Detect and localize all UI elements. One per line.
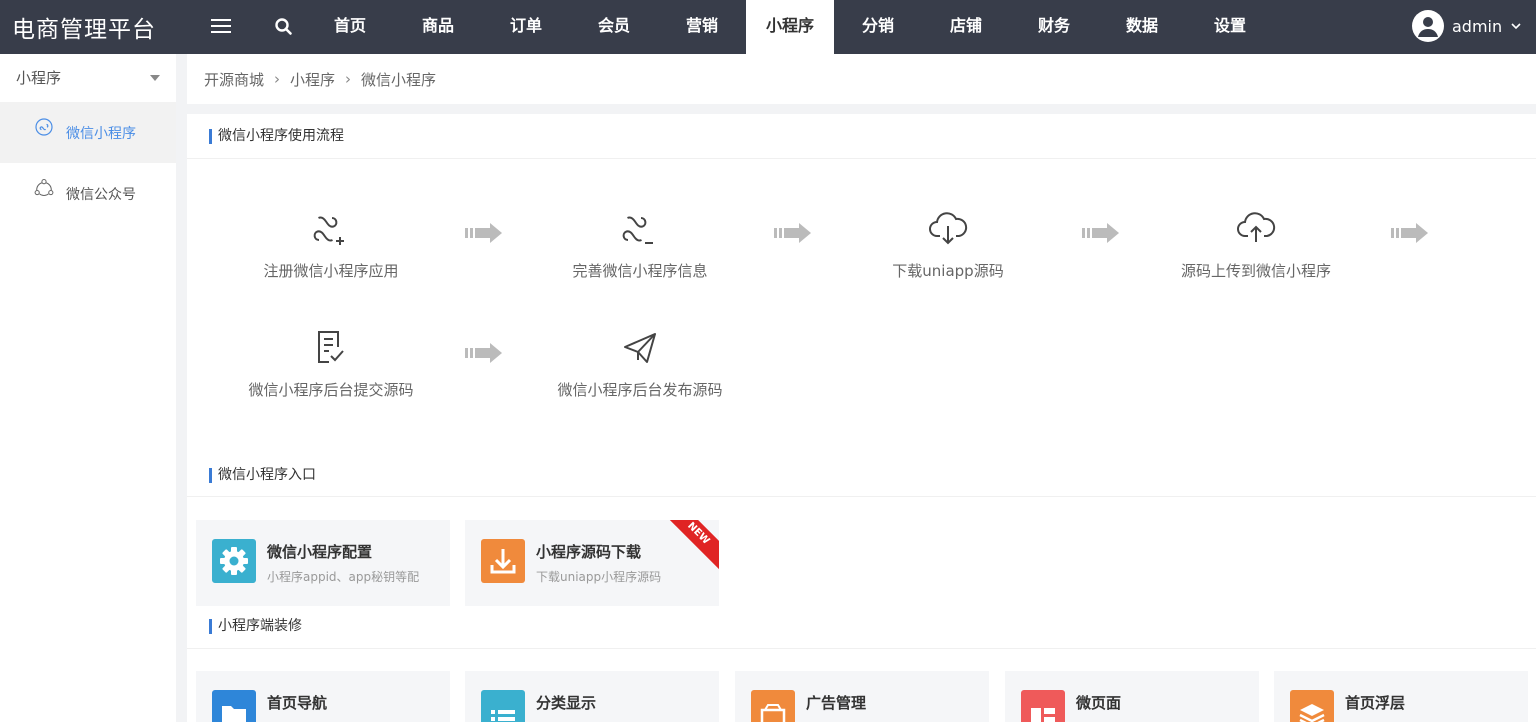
card-title: 微信小程序配置 — [267, 543, 373, 561]
card-title: 分类显示 — [536, 694, 597, 712]
card-title: 首页浮层 — [1345, 694, 1406, 712]
mini-program-add-icon — [313, 216, 344, 245]
section-title-decor: 小程序端装修 — [209, 619, 302, 634]
breadcrumb-separator: › — [345, 70, 352, 88]
breadcrumb-item[interactable]: 小程序 — [290, 69, 335, 90]
main-nav: 首页 商品 订单 会员 营销 小程序 分销 店铺 财务 数据 设置 — [306, 0, 1274, 54]
page-layout-icon — [1021, 690, 1065, 722]
layers-icon — [1290, 690, 1334, 722]
search-icon[interactable] — [272, 15, 296, 39]
gear-icon — [212, 539, 256, 583]
card-title: 首页导航 — [267, 694, 328, 712]
card-title: 小程序源码下载 — [536, 543, 642, 561]
nav-home[interactable]: 首页 — [306, 0, 394, 54]
step-label: 注册微信小程序应用 — [263, 262, 399, 280]
step-label: 完善微信小程序信息 — [572, 262, 708, 280]
breadcrumb: 开源商城 › 小程序 › 微信小程序 — [187, 54, 1536, 104]
card-ad-management[interactable]: 广告管理 — [735, 671, 989, 722]
chevron-down-icon — [1511, 23, 1521, 30]
folder-icon — [212, 690, 256, 722]
step-label: 微信小程序后台提交源码 — [248, 381, 414, 399]
sidebar-item-label: 微信公众号 — [66, 186, 136, 203]
flow-step: 完善微信小程序信息 — [520, 206, 760, 281]
nav-orders[interactable]: 订单 — [482, 0, 570, 54]
nav-marketing[interactable]: 营销 — [658, 0, 746, 54]
sidebar-header[interactable]: 小程序 — [0, 54, 176, 102]
flow-step: 微信小程序后台发布源码 — [520, 325, 760, 400]
card-home-nav[interactable]: 首页导航 — [196, 671, 450, 722]
nav-members[interactable]: 会员 — [570, 0, 658, 54]
divider — [187, 648, 1536, 649]
flow-step: 注册微信小程序应用 — [211, 206, 451, 281]
hamburger-menu-icon[interactable] — [208, 15, 234, 39]
card-desc: 下载uniapp小程序源码 — [536, 570, 662, 584]
content-panel: 微信小程序使用流程 注册微信小程序应用 完善微信小程序信息 下载uniapp源码… — [187, 114, 1536, 722]
flow-step: 下载uniapp源码 — [828, 206, 1068, 281]
official-account-icon — [34, 178, 54, 196]
card-source-download[interactable]: 小程序源码下载 下载uniapp小程序源码 NEW — [465, 520, 719, 606]
user-menu[interactable]: admin — [1412, 9, 1522, 43]
brand-title: 电商管理平台 — [12, 17, 156, 43]
ad-icon — [751, 690, 795, 722]
flow-arrow-icon — [1391, 223, 1428, 243]
divider — [187, 158, 1536, 159]
document-check-icon — [318, 331, 344, 363]
step-label: 下载uniapp源码 — [892, 262, 1004, 280]
card-home-float-layer[interactable]: 首页浮层 — [1274, 671, 1528, 722]
breadcrumb-item: 微信小程序 — [361, 70, 437, 89]
nav-distribution[interactable]: 分销 — [834, 0, 922, 54]
nav-mini-program[interactable]: 小程序 — [746, 0, 834, 54]
mini-program-edit-icon — [622, 216, 653, 244]
cloud-download-icon — [929, 212, 968, 245]
mini-program-icon — [35, 117, 53, 136]
breadcrumb-separator: › — [274, 70, 281, 88]
nav-data[interactable]: 数据 — [1098, 0, 1186, 54]
caret-down-icon — [150, 75, 160, 81]
flow-arrow-icon — [465, 223, 502, 243]
divider — [187, 496, 1536, 497]
sidebar-item-label: 微信小程序 — [66, 125, 136, 142]
card-desc: 小程序appid、app秘钥等配 — [267, 570, 420, 584]
card-micro-page[interactable]: 微页面 — [1005, 671, 1259, 722]
step-label: 源码上传到微信小程序 — [1180, 262, 1331, 280]
main-area: 开源商城 › 小程序 › 微信小程序 微信小程序使用流程 注册微信小程序应用 完… — [187, 54, 1536, 722]
section-title-flow: 微信小程序使用流程 — [209, 129, 344, 144]
cloud-upload-icon — [1237, 212, 1276, 242]
nav-products[interactable]: 商品 — [394, 0, 482, 54]
avatar-icon — [1412, 10, 1444, 42]
nav-finance[interactable]: 财务 — [1010, 0, 1098, 54]
nav-store[interactable]: 店铺 — [922, 0, 1010, 54]
sidebar: 小程序 微信小程序 微信公众号 — [0, 54, 176, 722]
sidebar-item-wechat-official-account[interactable]: 微信公众号 — [0, 163, 176, 224]
nav-settings[interactable]: 设置 — [1186, 0, 1274, 54]
flow-step: 源码上传到微信小程序 — [1136, 206, 1376, 281]
sidebar-title: 小程序 — [16, 69, 62, 87]
list-icon — [481, 690, 525, 722]
username: admin — [1452, 16, 1503, 36]
section-title-entry: 微信小程序入口 — [209, 468, 316, 483]
flow-step: 微信小程序后台提交源码 — [211, 325, 451, 400]
paper-plane-icon — [624, 333, 656, 363]
card-mini-program-config[interactable]: 微信小程序配置 小程序appid、app秘钥等配 — [196, 520, 450, 606]
card-title: 广告管理 — [806, 694, 867, 712]
flow-arrow-icon — [1082, 223, 1119, 243]
card-title: 微页面 — [1076, 694, 1122, 712]
card-category-display[interactable]: 分类显示 — [465, 671, 719, 722]
download-icon — [481, 539, 525, 583]
flow-arrow-icon — [465, 343, 502, 363]
flow-arrow-icon — [774, 223, 811, 243]
breadcrumb-item[interactable]: 开源商城 — [204, 69, 264, 90]
top-navbar: 电商管理平台 首页 商品 订单 会员 营销 小程序 分销 店铺 财务 数据 设置… — [0, 0, 1536, 54]
step-label: 微信小程序后台发布源码 — [557, 381, 723, 399]
new-badge: NEW — [660, 520, 719, 572]
sidebar-item-wechat-mini-program[interactable]: 微信小程序 — [0, 102, 176, 163]
